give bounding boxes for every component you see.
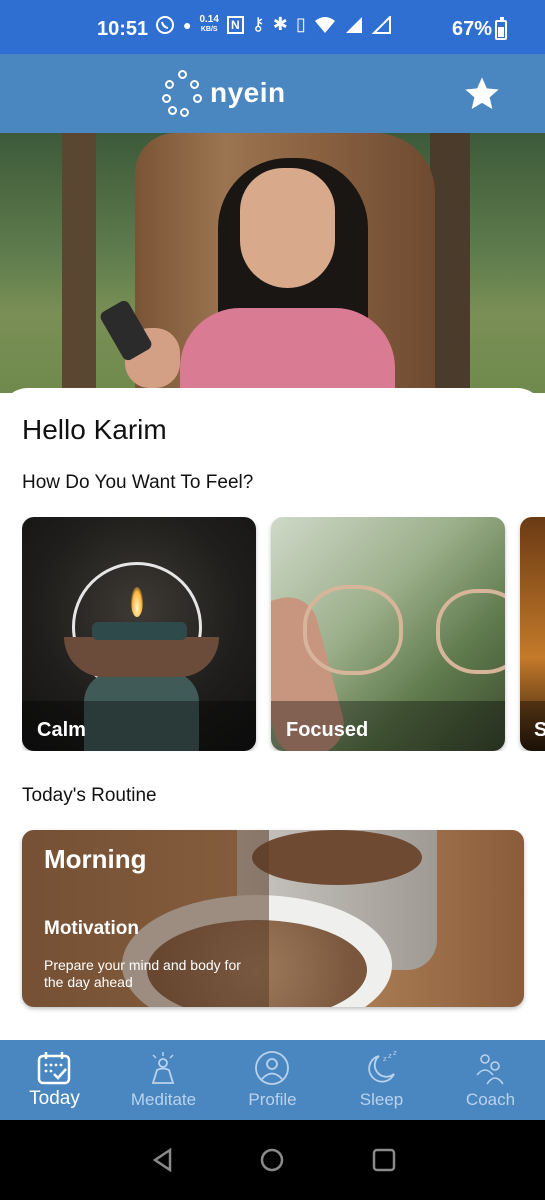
signal-icon: [345, 16, 362, 33]
tab-label: Coach: [465, 1090, 516, 1109]
svg-text:z: z: [383, 1055, 387, 1063]
feel-card-label: Focused: [286, 719, 369, 741]
app-logo: nyein: [160, 68, 286, 118]
tab-label: Meditate: [130, 1090, 197, 1109]
tab-meditate[interactable]: Meditate: [109, 1040, 218, 1120]
network-speed-unit: KB/S: [200, 25, 218, 33]
feel-card-focused[interactable]: Focused: [271, 517, 505, 751]
hero-image: [0, 133, 545, 393]
tab-label: Today: [29, 1088, 80, 1109]
logo-dots-icon: [160, 68, 206, 118]
tab-label: Sleep: [359, 1090, 404, 1109]
bottom-tab-bar: Today Meditate Profile z z z Sleep Coach: [0, 1040, 545, 1120]
status-icons: ● 0.14 KB/S N ⚷ ✱ ▯: [155, 14, 392, 35]
calendar-icon: [37, 1052, 71, 1085]
tab-today[interactable]: Today: [0, 1040, 109, 1120]
nfc-icon: N: [226, 15, 244, 34]
recents-icon[interactable]: [371, 1147, 397, 1173]
routine-title: Morning: [44, 844, 147, 874]
routine-description: Prepare your mind and body for the day a…: [44, 957, 241, 990]
battery-percent: 67%: [452, 18, 493, 40]
viber-icon: [156, 15, 174, 34]
greeting-title: Hello Karim: [22, 414, 167, 445]
coach-icon: [476, 1054, 504, 1085]
feel-card-label: S: [534, 719, 545, 741]
network-speed-value: 0.14: [199, 13, 219, 25]
tab-label: Profile: [248, 1090, 297, 1109]
back-icon[interactable]: [150, 1147, 176, 1173]
app-bar: nyein: [0, 54, 545, 133]
feel-carousel[interactable]: Calm Focused S: [22, 517, 545, 751]
routine-card-morning[interactable]: Morning Motivation Prepare your mind and…: [22, 830, 524, 1007]
tab-sleep[interactable]: z z z Sleep: [327, 1040, 436, 1120]
svg-text:z: z: [393, 1050, 397, 1057]
key-icon: ⚷: [251, 14, 265, 34]
wifi-icon: [314, 16, 335, 33]
bluetooth-icon: ✱: [272, 14, 288, 34]
battery-icon: [495, 17, 507, 40]
svg-text:z: z: [388, 1052, 392, 1060]
meditate-icon: [151, 1052, 175, 1084]
status-bar: 10:51 ● 0.14 KB/S N ⚷ ✱ ▯ 67%: [0, 0, 545, 54]
feel-card-label: Calm: [37, 719, 86, 741]
dot-icon: ●: [183, 16, 192, 33]
candle-image: [131, 587, 143, 617]
no-signal-icon: [371, 15, 391, 34]
logo-text: nyein: [210, 77, 286, 108]
glasses-image: [303, 585, 403, 675]
profile-icon: [255, 1051, 289, 1085]
status-time: 10:51: [97, 18, 149, 40]
vibrate-icon: ▯: [295, 14, 306, 34]
feel-section-title: How Do You Want To Feel?: [22, 472, 254, 493]
routine-section-title: Today's Routine: [22, 785, 157, 806]
tab-profile[interactable]: Profile: [218, 1040, 327, 1120]
feel-card-partial[interactable]: S: [520, 517, 545, 751]
star-icon[interactable]: [462, 74, 502, 114]
routine-subtitle: Motivation: [44, 918, 139, 939]
tab-coach[interactable]: Coach: [436, 1040, 545, 1120]
feel-card-calm[interactable]: Calm: [22, 517, 256, 751]
system-nav-bar: [0, 1120, 545, 1200]
home-icon[interactable]: [259, 1147, 285, 1173]
moon-icon: z z z: [368, 1050, 397, 1083]
network-speed: 0.14 KB/S: [199, 13, 219, 35]
